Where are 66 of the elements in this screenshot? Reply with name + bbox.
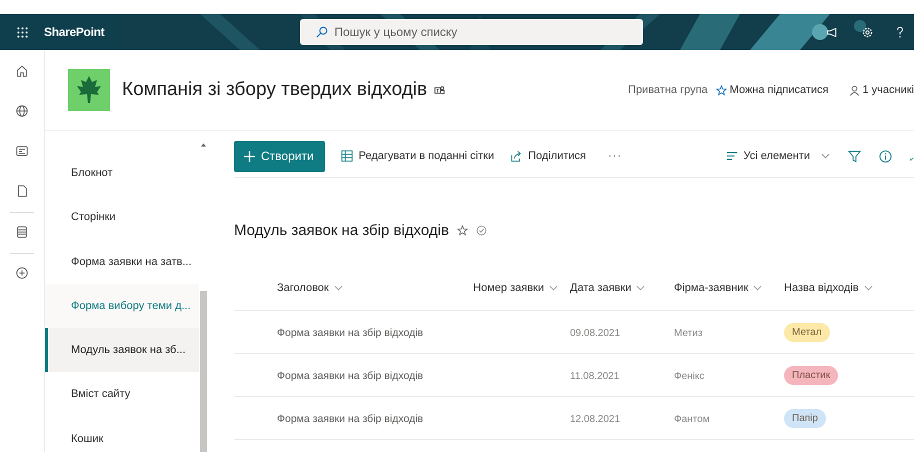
document-icon[interactable] [15,184,29,198]
settings-icon[interactable] [861,26,874,38]
info-icon[interactable] [879,150,892,162]
new-button[interactable]: Створити [234,140,325,172]
chevron-icon [549,285,558,291]
share-button[interactable]: Поділитися [510,150,586,162]
table-cell[interactable]: Форма заявки на збір відходів [277,327,424,339]
star-icon[interactable] [716,84,727,96]
teams-icon [434,84,446,96]
table-cell: Фантом [674,414,710,425]
column-header[interactable]: Фірма-заявник [674,282,784,294]
chevron-icon [334,285,343,291]
person-icon[interactable] [848,84,860,96]
megaphone-icon[interactable] [826,26,839,38]
globe-icon[interactable] [15,104,29,118]
follow-link[interactable]: Можна підписатися [730,84,828,96]
table-cell: 11.08.2021 [570,371,620,382]
table-cell[interactable]: Форма заявки на збір відходів [277,370,424,382]
nav-item[interactable]: Форма заявки на затв... [45,240,199,284]
chevron-icon [636,285,646,291]
table-cell: 12.08.2021 [570,414,620,425]
nav-item[interactable]: Модуль заявок на зб... [45,328,199,372]
app-name[interactable]: SharePoint [44,25,104,39]
more-button[interactable]: ··· [608,150,622,162]
chevron-icon [753,285,762,291]
star-icon[interactable] [456,224,468,236]
chevron-icon [864,285,873,291]
grid-icon [340,150,353,162]
column-header[interactable]: Номер заявки [454,282,564,294]
add-icon[interactable] [15,266,29,280]
nav-item[interactable]: Блокнот [45,151,199,196]
share-icon [510,150,522,162]
plus-icon [244,150,255,162]
lines-icon [726,150,738,162]
site-title: Компанія зі збору твердих відходів [122,79,428,101]
check-circle-icon[interactable] [476,224,487,236]
nav-item[interactable]: Форма вибору теми д... [45,284,199,328]
members-label[interactable]: 1 учасникі [862,84,914,96]
waste-tag: Пластик [784,366,838,385]
table-cell: 09.08.2021 [570,328,620,339]
privacy-label: Приватна група [628,84,708,96]
grid-edit-button[interactable]: Редагувати в поданні сітки [340,150,494,162]
column-header[interactable]: Заголовок [234,282,454,294]
column-header[interactable]: Дата заявки [564,282,674,294]
list-icon[interactable] [15,225,29,239]
scroll-up-icon[interactable] [201,143,206,147]
app-launcher-icon[interactable] [17,26,28,38]
nav-item[interactable]: Вміст сайту [45,372,199,417]
list-title: Модуль заявок на збір відходів [234,222,449,238]
help-icon[interactable] [896,26,904,38]
news-icon[interactable] [15,144,29,158]
maple-leaf-logo [68,69,110,111]
waste-tag: Метал [784,323,830,342]
nav-item[interactable]: Сторінки [45,195,199,240]
filter-icon[interactable] [848,150,861,162]
chevron-icon [821,153,830,159]
table-cell[interactable]: Форма заявки на збір відходів [277,413,424,425]
waste-tag: Папір [784,409,826,428]
home-icon[interactable] [15,64,29,78]
table-cell: Метиз [674,328,702,339]
nav-item[interactable]: Кошик [45,416,199,452]
column-header[interactable]: Назва відходів [784,282,894,294]
view-dropdown[interactable]: Усі елементи [726,150,830,162]
scrollbar-thumb[interactable] [200,291,207,452]
table-cell: Фенікс [674,371,704,382]
search-field[interactable]: Пошук у цьому списку [300,19,644,45]
